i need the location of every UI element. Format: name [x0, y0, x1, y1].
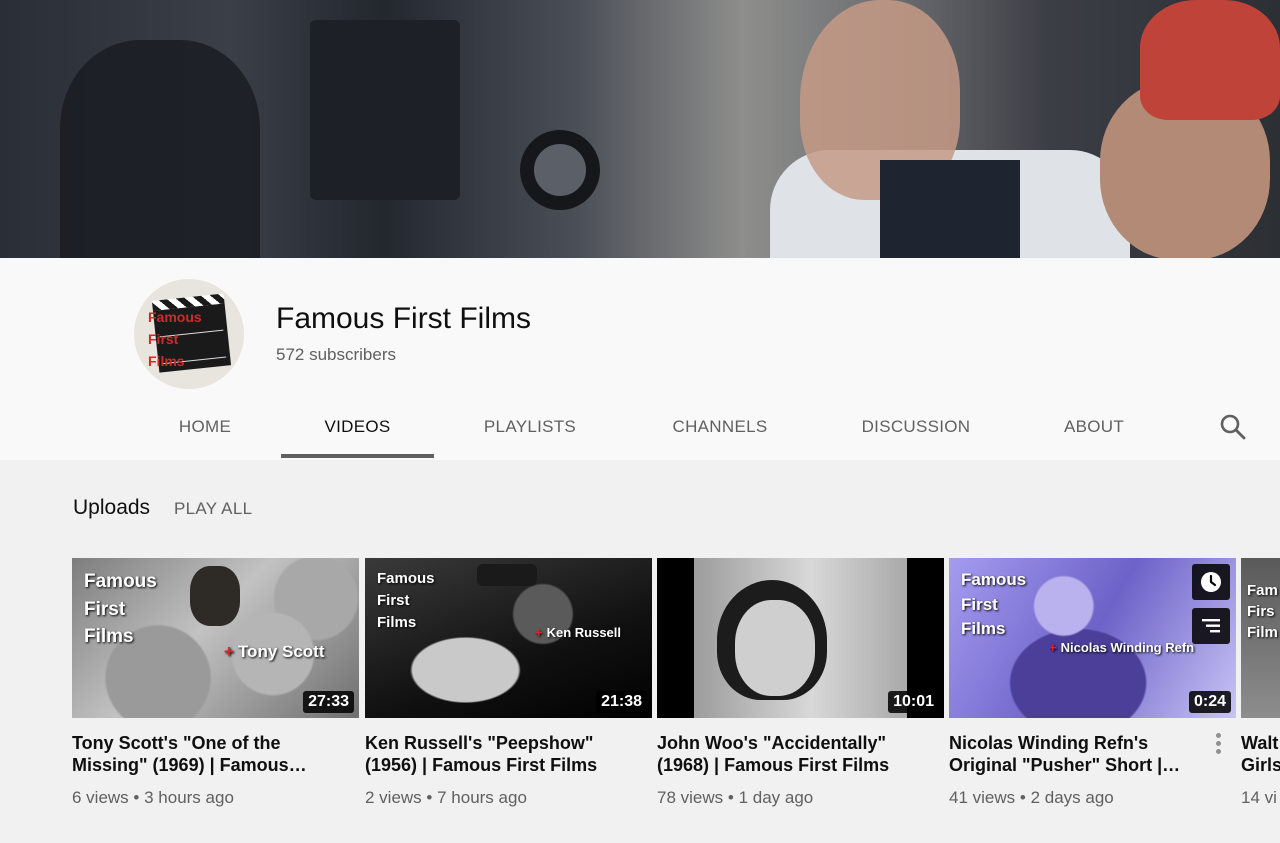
video-card[interactable]: 10:01 John Woo's "Accidentally" (1968) |…: [657, 558, 944, 808]
search-icon[interactable]: [1218, 412, 1248, 442]
video-thumbnail[interactable]: Fam Firs Film: [1241, 558, 1280, 718]
video-thumbnail[interactable]: 10:01: [657, 558, 944, 718]
clock-icon: [1201, 572, 1221, 592]
thumbnail-director-label: + Tony Scott: [224, 642, 325, 661]
tab-about[interactable]: ABOUT: [1050, 400, 1138, 458]
channel-title: Famous First Films: [276, 302, 531, 335]
video-thumbnail[interactable]: Famous First Films + Ken Russell 21:38: [365, 558, 652, 718]
active-tab-indicator: [281, 454, 434, 458]
video-title[interactable]: Walt Girls: [1241, 732, 1280, 776]
view-count: 2 views: [365, 788, 422, 807]
video-card[interactable]: Famous First Films + Nicolas Winding Refn 0…: [949, 558, 1236, 808]
view-count: 78 views: [657, 788, 724, 807]
video-duration: 10:01: [888, 691, 939, 713]
thumbnail-watermark: Famous First Films: [961, 570, 1027, 639]
video-meta: 41 views • 2 days ago: [949, 788, 1236, 808]
upload-age: 7 hours ago: [437, 788, 527, 807]
avatar-text-2: First: [148, 331, 179, 347]
avatar-text-1: Famous: [148, 309, 202, 325]
video-title[interactable]: Ken Russell's "Peepshow" (1956) | Famous…: [365, 732, 625, 776]
thumbnail-watermark: Famous First Films: [377, 570, 435, 631]
section-title: Uploads: [73, 496, 151, 519]
avatar-text-3: Films: [148, 353, 185, 369]
meta-separator: •: [133, 788, 140, 807]
thumbnail-director-label: + Nicolas Winding Refn: [1049, 640, 1195, 655]
video-card[interactable]: Fam Firs Film Walt Girls 14 vi: [1241, 558, 1280, 808]
meta-separator: •: [727, 788, 734, 807]
video-duration: 0:24: [1188, 691, 1231, 713]
thumbnail-figure: [190, 566, 240, 626]
view-count: 14 vi: [1241, 788, 1277, 807]
channel-banner: [0, 0, 1280, 258]
more-actions-icon[interactable]: [1210, 731, 1226, 759]
video-card[interactable]: Famous First Films + Ken Russell 21:38 Ken …: [365, 558, 652, 808]
video-title[interactable]: Tony Scott's "One of the Missing" (1969)…: [72, 732, 332, 776]
thumbnail-watermark: Famous First Films: [84, 571, 157, 648]
watch-later-button[interactable]: [1192, 564, 1230, 600]
tab-home[interactable]: HOME: [160, 400, 250, 458]
view-count: 41 views: [949, 788, 1016, 807]
video-title[interactable]: Nicolas Winding Refn's Original "Pusher"…: [949, 732, 1209, 776]
thumbnail-hat: [477, 564, 537, 586]
tab-videos[interactable]: VIDEOS: [281, 400, 434, 458]
upload-age: 3 hours ago: [144, 788, 234, 807]
play-all-button[interactable]: PLAY ALL: [174, 499, 252, 519]
video-duration: 21:38: [596, 691, 647, 713]
upload-age: 1 day ago: [738, 788, 814, 807]
queue-icon: [1202, 619, 1220, 633]
thumbnail-director-label: + Ken Russell: [535, 625, 622, 640]
video-thumbnail[interactable]: Famous First Films + Tony Scott 27:33: [72, 558, 359, 718]
add-to-queue-button[interactable]: [1192, 608, 1230, 644]
video-meta: 78 views • 1 day ago: [657, 788, 944, 808]
upload-age: 2 days ago: [1030, 788, 1114, 807]
subscriber-count: 572 subscribers: [276, 345, 397, 364]
thumbnail-face: [735, 600, 815, 696]
tab-discussion[interactable]: DISCUSSION: [840, 400, 992, 458]
video-title[interactable]: John Woo's "Accidentally" (1968) | Famou…: [657, 732, 917, 776]
thumbnail-watermark: Fam Firs Film: [1247, 582, 1278, 641]
meta-separator: •: [426, 788, 433, 807]
meta-separator: •: [1019, 788, 1026, 807]
tab-playlists[interactable]: PLAYLISTS: [460, 400, 600, 458]
view-count: 6 views: [72, 788, 129, 807]
tab-channels[interactable]: CHANNELS: [650, 400, 790, 458]
video-meta: 6 views • 3 hours ago: [72, 788, 359, 808]
video-meta: 2 views • 7 hours ago: [365, 788, 652, 808]
channel-avatar[interactable]: Famous First Films: [134, 279, 244, 389]
video-duration: 27:33: [303, 691, 354, 713]
video-card[interactable]: Famous First Films + Tony Scott 27:33 Tony …: [72, 558, 359, 808]
channel-tabs: HOME VIDEOS PLAYLISTS CHANNELS DISCUSSIO…: [0, 400, 1280, 460]
video-thumbnail[interactable]: Famous First Films + Nicolas Winding Refn 0…: [949, 558, 1236, 718]
